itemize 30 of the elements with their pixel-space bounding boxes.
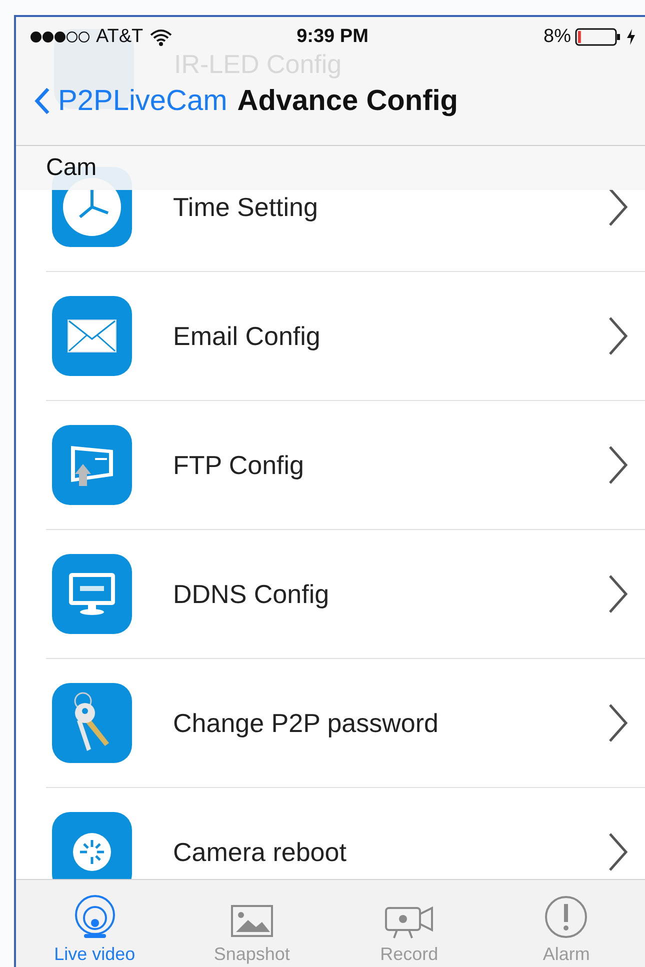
- settings-row[interactable]: Change P2P password: [46, 659, 645, 788]
- carrier-name: AT&T: [96, 26, 144, 48]
- envelope-icon: [67, 319, 117, 353]
- row-label: DDNS Config: [173, 578, 330, 610]
- back-link[interactable]: P2PLiveCam: [34, 84, 228, 118]
- row-label: Camera reboot: [173, 836, 348, 868]
- alert-icon: [543, 894, 590, 940]
- page-title: Advance Config: [237, 84, 458, 118]
- settings-row[interactable]: FTP Config: [46, 401, 645, 530]
- chevron-icon: [607, 444, 629, 486]
- row-label: Email Config: [173, 320, 322, 352]
- reboot-icon: [72, 832, 112, 872]
- battery-percent: 8%: [544, 26, 572, 48]
- clock-time: 9:39 PM: [296, 26, 370, 48]
- row-label: Time Setting: [173, 192, 319, 222]
- chevron-icon: [607, 831, 629, 873]
- row-label: FTP Config: [173, 450, 306, 480]
- tab-item[interactable]: Live video: [16, 880, 174, 967]
- row-label: Change P2P password: [173, 708, 440, 738]
- signal-icon: [30, 31, 90, 43]
- wifi-icon: [149, 28, 174, 46]
- settings-row[interactable]: Email Config: [46, 272, 645, 401]
- chevron-icon: [607, 573, 629, 615]
- section-header: Cam: [16, 146, 645, 190]
- back-chevron-icon: [34, 87, 50, 115]
- monitor-icon: [67, 571, 117, 617]
- chevron-icon: [607, 702, 629, 744]
- settings-row[interactable]: DDNS Config: [46, 530, 645, 659]
- chevron-icon: [607, 315, 629, 357]
- charging-icon: [627, 29, 636, 45]
